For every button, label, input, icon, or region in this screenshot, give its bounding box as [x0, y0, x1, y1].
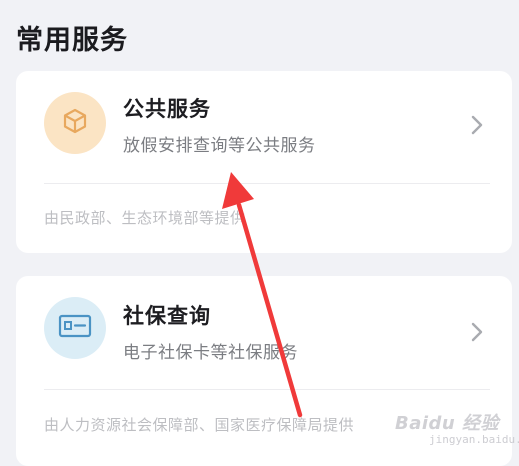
card-title: 社保查询 [123, 304, 211, 328]
card-subtitle: 电子社保卡等社保服务 [123, 343, 298, 363]
section-title: 常用服务 [16, 25, 128, 56]
chevron-right-icon[interactable] [464, 319, 490, 345]
watermark-url: jingyan.baidu.com [429, 433, 519, 446]
watermark-brand: Baidu 经验 [395, 413, 500, 434]
divider [44, 183, 490, 184]
card-subtitle: 放假安排查询等公共服务 [123, 136, 316, 156]
id-card-icon [58, 313, 92, 343]
chevron-right-icon[interactable] [464, 112, 490, 138]
provider-text: 由民政部、生态环境部等提供 [44, 209, 246, 227]
box-icon [60, 106, 90, 140]
icon-circle [44, 297, 106, 359]
service-card-public[interactable]: 公共服务 放假安排查询等公共服务 由民政部、生态环境部等提供 [16, 71, 512, 253]
provider-text: 由人力资源社会保障部、国家医疗保障局提供 [44, 416, 355, 434]
icon-circle [44, 92, 106, 154]
card-title: 公共服务 [123, 97, 211, 121]
divider [44, 389, 490, 390]
watermark: Baidu 经验 jingyan.baidu.com [395, 403, 519, 453]
